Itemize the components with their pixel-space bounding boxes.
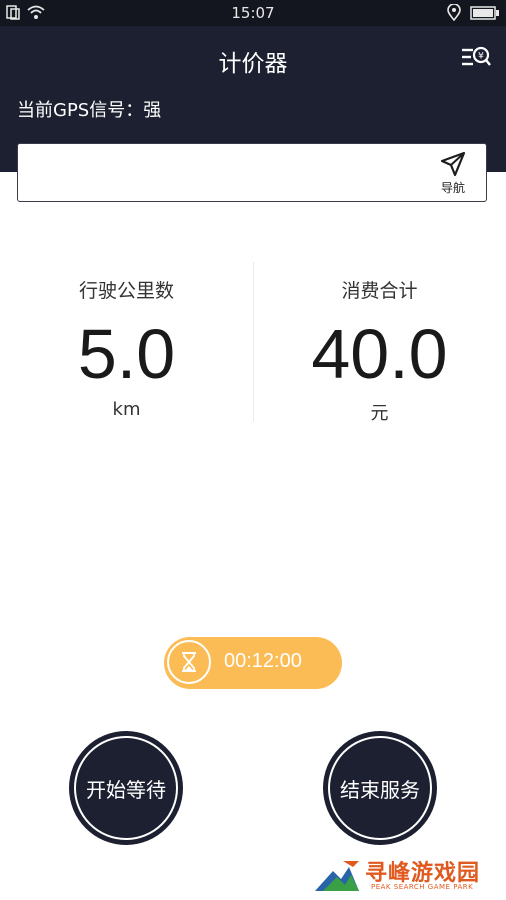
navigation-arrow-icon — [440, 151, 466, 177]
cost-label: 消费合计 — [341, 280, 418, 302]
end-service-button[interactable]: 结束服务 — [323, 731, 437, 845]
gps-signal-status: 当前GPS信号：强 — [17, 100, 162, 121]
end-service-label: 结束服务 — [328, 736, 432, 840]
battery-icon — [470, 6, 499, 20]
svg-text:¥: ¥ — [478, 52, 484, 62]
cost-unit: 元 — [370, 403, 389, 424]
start-wait-button[interactable]: 开始等待 — [69, 731, 183, 845]
navigation-label: 导航 — [440, 181, 465, 195]
cost-value: 40.0 — [311, 315, 448, 393]
start-wait-label: 开始等待 — [74, 736, 178, 840]
status-bar: 15:07 — [0, 0, 506, 26]
timer-value: 00:12:00 — [224, 650, 302, 672]
status-time: 15:07 — [231, 4, 275, 22]
watermark-logo: 寻峰游戏园 PEAK SEARCH GAME PARK — [313, 855, 503, 897]
distance-value: 5.0 — [77, 315, 176, 393]
fare-menu-icon[interactable]: ¥ — [458, 43, 492, 73]
distance-label: 行驶公里数 — [78, 280, 174, 302]
distance-stat: 行驶公里数 5.0 km — [0, 276, 253, 420]
hourglass-icon — [167, 640, 211, 684]
distance-unit: km — [112, 399, 141, 420]
search-input[interactable]: 导航 — [17, 143, 487, 202]
location-icon — [447, 4, 461, 21]
navigation-button[interactable]: 导航 — [432, 151, 474, 197]
mountain-logo-icon — [315, 861, 359, 891]
watermark-subtitle: PEAK SEARCH GAME PARK — [371, 883, 474, 891]
wait-timer: 00:12:00 — [164, 637, 342, 689]
page-title: 计价器 — [218, 51, 288, 77]
cost-stat: 消费合计 40.0 元 — [253, 276, 506, 425]
